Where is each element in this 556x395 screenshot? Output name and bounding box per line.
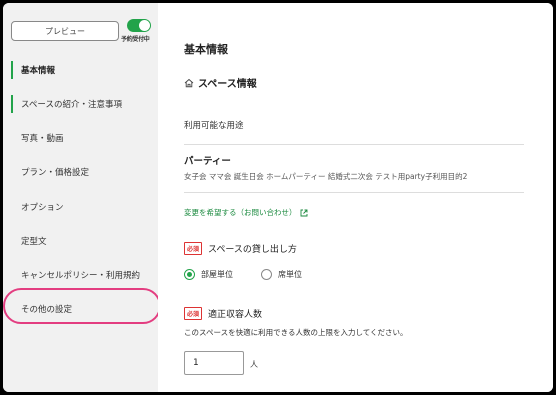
reservation-toggle[interactable]: 予約受付中	[121, 18, 157, 46]
sidebar-item-label: 写真・動画	[21, 134, 64, 144]
radio-seat-unit[interactable]: 席単位	[261, 269, 302, 280]
capacity-input[interactable]: 1	[184, 351, 244, 375]
capacity-unit: 人	[250, 360, 258, 369]
sidebar-item-photos[interactable]: 写真・動画	[3, 126, 158, 150]
rental-label: スペースの貸し出し方	[208, 245, 297, 255]
app-frame: プレビュー 予約受付中 基本情報 スペースの紹介・注意事項 写真・動画 プラン・…	[3, 3, 553, 392]
sidebar-item-plans[interactable]: プラン・価格設定	[3, 160, 158, 184]
radio-button[interactable]	[261, 269, 272, 280]
section-title: スペース情報	[198, 79, 257, 90]
main-content: 基本情報 スペース情報 利用可能な用途 パーティー 女子会 ママ会 誕生日会 ホ…	[158, 3, 553, 392]
sidebar-item-label: 定型文	[21, 237, 47, 247]
change-link-label: 変更を希望する（お問い合わせ）	[184, 208, 297, 217]
toggle-knob	[139, 20, 150, 31]
required-badge: 必須	[184, 242, 203, 255]
sidebar-item-label: キャンセルポリシー・利用規約	[21, 271, 141, 281]
rental-radio-group: 部屋単位 席単位	[184, 269, 330, 280]
rental-field: 必須 スペースの貸し出し方	[184, 242, 297, 255]
sidebar-item-options[interactable]: オプション	[3, 195, 158, 219]
page-title: 基本情報	[184, 43, 228, 56]
usage-label: 利用可能な用途	[184, 121, 244, 131]
sidebar-item-templates[interactable]: 定型文	[3, 229, 158, 253]
capacity-field: 必須 適正収容人数	[184, 307, 262, 320]
sidebar-item-label: プラン・価格設定	[21, 168, 90, 178]
divider	[184, 144, 524, 145]
radio-button[interactable]	[184, 269, 195, 280]
highlight-ring	[3, 288, 161, 324]
external-link-icon	[300, 209, 307, 216]
sidebar-item-label: 基本情報	[21, 66, 56, 76]
toggle-switch[interactable]	[127, 19, 151, 32]
radio-label: 部屋単位	[201, 270, 233, 279]
capacity-description: このスペースを快適に利用できる人数の上限を入力してください。	[184, 328, 408, 337]
party-title: パーティー	[184, 156, 231, 167]
radio-room-unit[interactable]: 部屋単位	[184, 269, 233, 280]
house-icon	[184, 78, 194, 87]
sidebar-item-space-intro[interactable]: スペースの紹介・注意事項	[3, 92, 158, 116]
sidebar-item-cancel-policy[interactable]: キャンセルポリシー・利用規約	[3, 263, 158, 287]
sidebar-item-label: オプション	[21, 203, 64, 213]
radio-label: 席単位	[278, 270, 302, 279]
change-request-link[interactable]: 変更を希望する（お問い合わせ）	[184, 207, 308, 218]
sidebar: プレビュー 予約受付中 基本情報 スペースの紹介・注意事項 写真・動画 プラン・…	[3, 3, 161, 392]
preview-button[interactable]: プレビュー	[11, 21, 119, 41]
divider	[184, 192, 524, 193]
party-tags: 女子会 ママ会 誕生日会 ホームパーティー 結婚式二次会 テスト用party子利…	[184, 172, 468, 181]
sidebar-item-basic-info[interactable]: 基本情報	[3, 58, 158, 82]
sidebar-item-label: スペースの紹介・注意事項	[21, 100, 122, 110]
toggle-label: 予約受付中	[121, 36, 150, 43]
section-header: スペース情報	[184, 75, 257, 90]
required-badge: 必須	[184, 307, 203, 320]
capacity-label: 適正収容人数	[208, 310, 263, 320]
